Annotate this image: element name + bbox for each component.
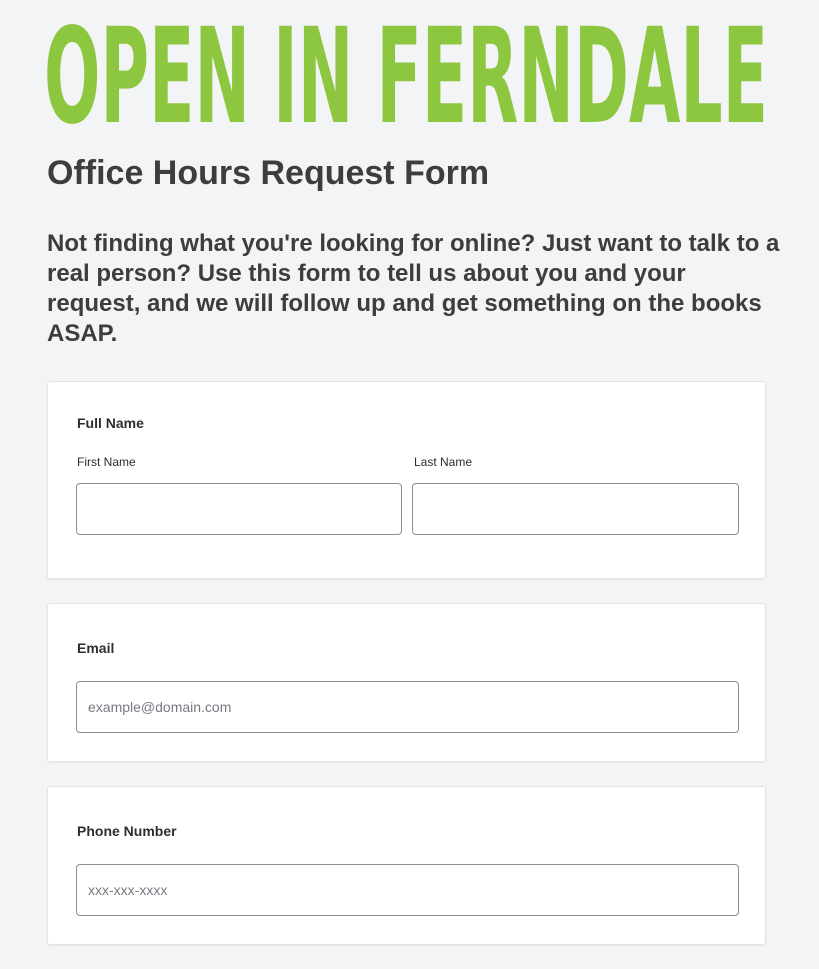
open-in-ferndale-logo: OPEN IN FERNDALE: [44, 18, 768, 126]
first-name-input[interactable]: [76, 483, 402, 535]
logo-text: OPEN IN FERNDALE: [44, 18, 768, 126]
last-name-label: Last Name: [414, 455, 473, 469]
intro-paragraph: Not finding what you're looking for onli…: [47, 230, 780, 347]
phone-number-label: Phone Number: [77, 823, 177, 839]
phone-number-input[interactable]: [76, 864, 739, 916]
email-label: Email: [77, 640, 115, 656]
last-name-input[interactable]: [412, 483, 739, 535]
page-title: Office Hours Request Form: [47, 154, 490, 192]
full-name-section: Full Name First Name Last Name: [47, 381, 766, 579]
email-input[interactable]: [76, 681, 739, 733]
phone-section: Phone Number: [47, 786, 766, 945]
full-name-label: Full Name: [77, 415, 144, 431]
first-name-label: First Name: [77, 455, 136, 469]
email-section: Email: [47, 603, 766, 762]
